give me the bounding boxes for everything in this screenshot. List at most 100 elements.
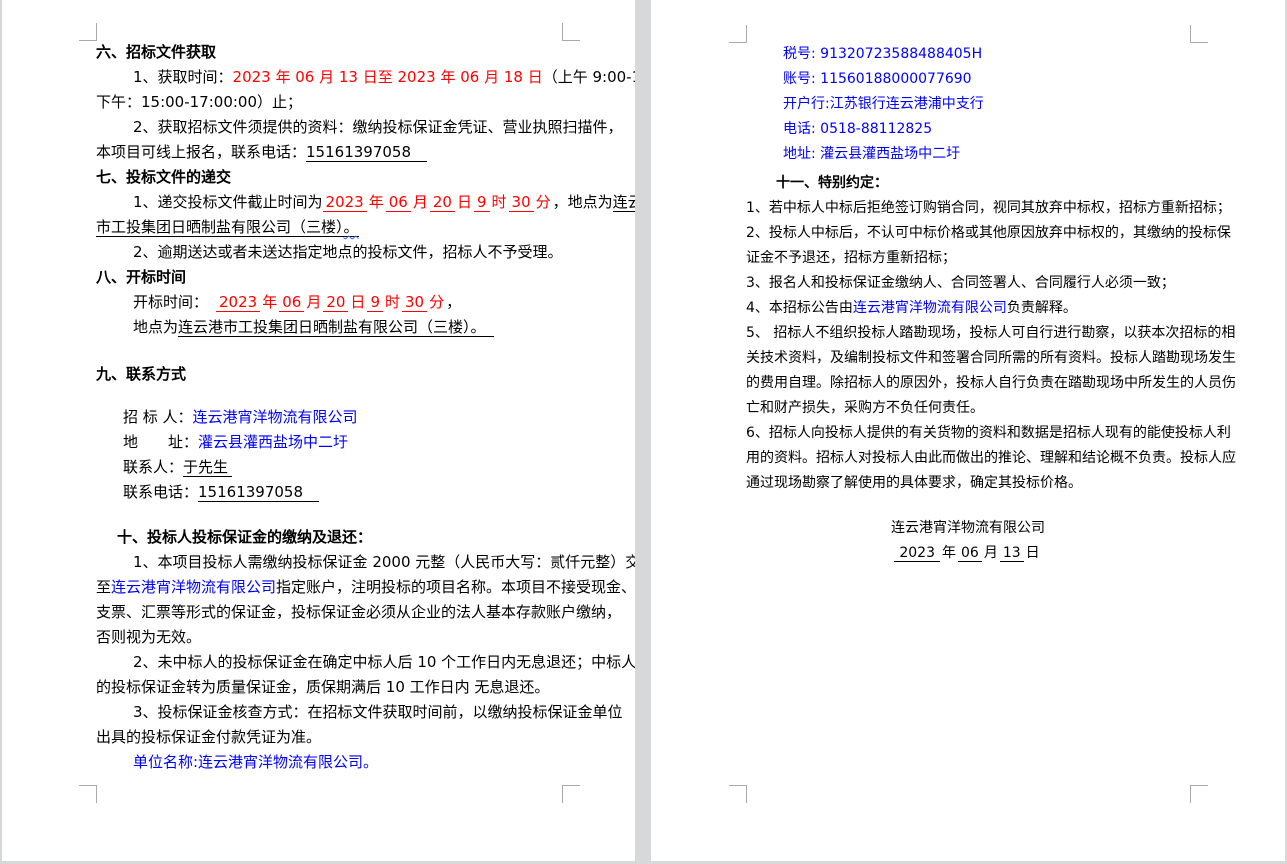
bank-branch-line: 开户行:江苏银行连云港浦中支行 [746,92,1190,117]
text-run: 6、招标人向投标人提供的有关货物的资料和数据是招标人现有的能使投标人利 [746,425,1231,441]
section-11-heading: 十一、特别约定： [746,171,1190,196]
text-run: 下午：15:00-17:00:00）止； [96,93,302,111]
text-run: 出具的投标保证金付款凭证为准。 [96,728,321,746]
obtain-time-line: 1、获取时间：2023 年 06 月 13 日至 2023 年 06 月 18 … [96,65,562,90]
text-run: 本项目可线上报名，联系电话： [96,143,306,161]
heading-text: 九、联系方式 [96,365,186,383]
tenderer-company-name: 连云港宵洋物流有限公司 [193,408,358,426]
text-run: 3、投标保证金核查方式：在招标文件获取时间前，以缴纳投标保证金单位 [133,703,623,721]
text-run: 2、未中标人的投标保证金在确定中标人后 10 个工作日内无息退还；中标人 [133,653,635,671]
bank-phone: 电话: 0518-88112825 [783,121,932,137]
bid-opening-time-line: 开标时间：2023年06月20日9时30分， [96,290,562,315]
text-run: 2、获取招标文件须提供的资料：缴纳投标保证金凭证、营业执照扫描件， [133,118,623,136]
signature-company-line: 连云港宵洋物流有限公司 [746,516,1190,541]
deadline-hour: 9 [474,193,490,212]
text-run: 关技术资料，及编制投标文件和签署合同所需的所有资料。投标人踏勘现场发生 [746,350,1236,366]
margin-corner-mark [562,785,580,803]
unit-year: 年 [367,193,386,211]
deadline-day: 20 [430,193,455,212]
signature-day: 13 [1000,545,1024,562]
deposit-amount-line: 1、本项目投标人需缴纳投标保证金 2000 元整（人民币大写：贰仟元整）交 [96,550,562,575]
text-run: 的投标保证金转为质量保证金，质保期满后 10 工作日内 无息退还。 [96,678,549,696]
contact-person-line: 联系人：于先生 [96,455,562,480]
account-number: 账号: 11560188000077690 [783,71,972,87]
text-run: 指定账户，注明投标的项目名称。本项目不接受现金、 [276,578,635,596]
label-run: 1、获取时间： [133,68,233,86]
obtain-time-line-2: 下午：15:00-17:00:00）止； [96,90,562,115]
tenderer-line: 招 标 人：连云港宵洋物流有限公司 [96,405,562,430]
special-term-5-cont-1: 关技术资料，及编制投标文件和签署合同所需的所有资料。投标人踏勘现场发生 [746,346,1190,371]
section-7-heading: 七、投标文件的递交 [96,165,562,190]
text-run: 5、 招标人不组织投标人踏勘现场，投标人可自行进行勘察，以获本次招标的相 [746,325,1235,341]
location-run: 连云港 [613,193,635,212]
unit-hour: 时 [383,293,402,311]
special-term-6-cont-1: 用的资料。招标人对投标人由此而做出的推论、理解和结论概不负责。投标人应 [746,446,1190,471]
text-run: ， [446,293,461,311]
interpreting-company-name: 连云港宵洋物流有限公司 [853,300,1007,316]
account-number-line: 账号: 11560188000077690 [746,67,1190,92]
heading-text: 八、开标时间 [96,268,186,286]
deposit-verify-line-2: 出具的投标保证金付款凭证为准。 [96,725,562,750]
opening-minute: 30 [402,293,427,312]
special-term-4: 4、本招标公告由连云港宵洋物流有限公司负责解释。 [746,296,1190,321]
bank-address-line: 地址: 灌云县灌西盐场中二圩 [746,142,1190,167]
tenderer-address: 灌云县灌西盐场中二圩 [198,433,348,451]
document-page-2[interactable]: 税号: 91320723588488405H 账号: 1156018800007… [651,0,1285,861]
opening-year: 2023 [216,293,260,312]
unit-hour: 时 [490,193,509,211]
bid-opening-location-line: 地点为连云港市工投集团日晒制盐有限公司（三楼）。 [96,315,562,340]
section-9-heading: 九、联系方式 [96,362,562,387]
deadline-minute: 30 [509,193,534,212]
margin-corner-mark [729,25,747,43]
signature-year: 2023 [894,545,940,562]
label-run: 地 址： [123,433,198,451]
unit-month: 月 [982,545,1000,561]
deposit-refund-line: 2、未中标人的投标保证金在确定中标人后 10 个工作日内无息退还；中标人 [96,650,562,675]
label-run: 开标时间： [133,293,208,311]
text-run: 通过现场勘察了解使用的具体要求，确定其投标价格。 [746,475,1082,491]
text-run: 否则视为无效。 [96,628,201,646]
opening-day: 20 [323,293,348,312]
late-delivery-line: 2、逾期送达或者未送达指定地点的投标文件，招标人不予受理。 [96,240,562,265]
section-10-heading: 十、投标人投标保证金的缴纳及退还： [96,525,562,550]
special-term-5: 5、 招标人不组织投标人踏勘现场，投标人可自行进行勘察，以获本次招标的相 [746,321,1190,346]
text-run: 4、本招标公告由 [746,300,853,316]
unit-minute: 分 [427,293,446,311]
signature-date-line: 2023年06月13日 [746,541,1190,566]
text-run: 1、本项目投标人需缴纳投标保证金 2000 元整（人民币大写：贰仟元整）交 [133,553,635,571]
margin-corner-mark [1190,25,1208,43]
special-term-5-cont-2: 的费用自理。除招标人的原因外，投标人自行负责在踏勘现场中所发生的人员伤 [746,371,1190,396]
text-run: 证金不予退还，招标方重新招标； [746,250,956,266]
tax-id: 税号: 91320723588488405H [783,46,982,62]
location-run: 市工投集团日晒制盐有限公司（三楼）。 [96,218,359,237]
contact-phone-line: 联系电话：15161397058 [96,480,562,505]
unit-minute: 分 [534,193,553,211]
deposit-refund-line-2: 的投标保证金转为质量保证金，质保期满后 10 工作日内 无息退还。 [96,675,562,700]
unit-month: 月 [411,193,430,211]
proofing-mark-fullstop: 。 [344,218,359,236]
special-term-2: 2、投标人中标后，不认可中标价格或其他原因放弃中标权的，其缴纳的投标保 [746,221,1190,246]
page-1-text-area: 六、招标文件获取 1、获取时间：2023 年 06 月 13 日至 2023 年… [96,40,562,775]
margin-corner-mark [729,785,747,803]
heading-text: 六、招标文件获取 [96,43,216,61]
margin-corner-mark [79,23,97,41]
required-materials-line: 2、获取招标文件须提供的资料：缴纳投标保证金凭证、营业执照扫描件， [96,115,562,140]
document-page-1[interactable]: 六、招标文件获取 1、获取时间：2023 年 06 月 13 日至 2023 年… [2,0,635,861]
contact-person-name: 于先生 [183,458,232,477]
unit-year: 年 [260,293,279,311]
opening-hour: 9 [367,293,383,312]
label-run: 招 标 人： [123,408,193,426]
label-run: 联系人： [123,458,183,476]
text-run: 用的资料。招标人对投标人由此而做出的推论、理解和结论概不负责。投标人应 [746,450,1236,466]
location-text: 市工投集团日晒制盐有限公司（三楼） [96,218,344,236]
bank-branch: 开户行:江苏银行连云港浦中支行 [783,96,984,112]
text-run: （上午 9:00-11:00， [543,68,635,86]
deposit-form-line: 支票、汇票等形式的保证金，投标保证金必须从企业的法人基本存款账户缴纳， [96,600,562,625]
unit-name-line: 单位名称:连云港宵洋物流有限公司。 [96,750,562,775]
special-term-6-cont-2: 通过现场勘察了解使用的具体要求，确定其投标价格。 [746,471,1190,496]
opening-month: 06 [279,293,304,312]
text-run: 至 [96,578,111,596]
text-run: 亡和财产损失，采购方不负任何责任。 [746,400,984,416]
contact-phone-number: 15161397058 [198,483,319,502]
heading-text: 七、投标文件的递交 [96,168,231,186]
